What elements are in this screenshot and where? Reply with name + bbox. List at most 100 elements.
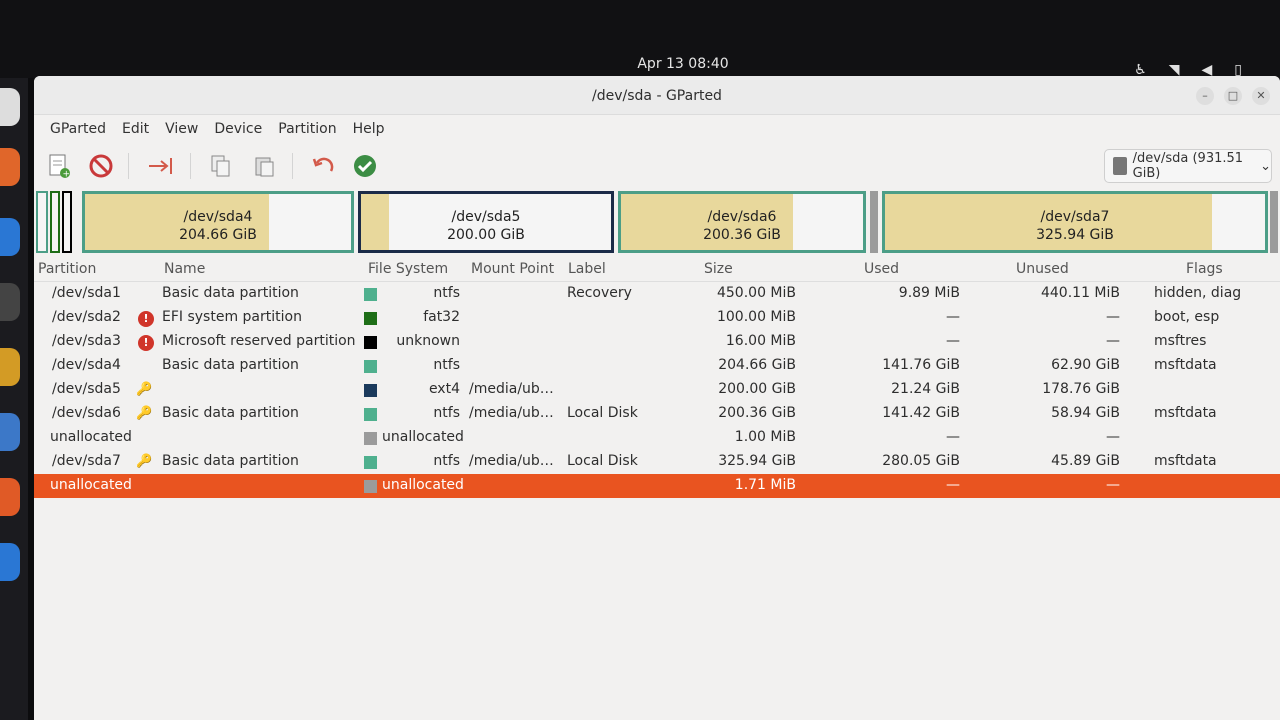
table-header: Partition Name File System Mount Point L…	[34, 257, 1280, 282]
cell-flags: boot, esp	[1154, 309, 1220, 325]
cell-used: 141.76 GiB	[882, 357, 960, 373]
map-segment-unallocated[interactable]	[870, 191, 878, 253]
window-title: /dev/sda - GParted	[592, 88, 722, 104]
table-row[interactable]: unallocated unallocated 1.00 MiB — —	[34, 426, 1280, 450]
copy-icon[interactable]	[206, 151, 236, 181]
clock[interactable]: Apr 13 08:40	[0, 56, 1280, 72]
help-icon[interactable]	[0, 543, 20, 581]
minimize-icon[interactable]: –	[1196, 87, 1214, 105]
toolbar: + /dev/sda (931.51 GiB) ⌄	[34, 143, 1280, 187]
table-row[interactable]: /dev/sda6 🔑 Basic data partition ntfs/media…	[34, 402, 1280, 426]
cell-unused: 440.11 MiB	[1040, 285, 1120, 301]
menu-view[interactable]: View	[157, 121, 206, 137]
cell-filesystem: ext4	[428, 381, 460, 397]
cell-partition: /dev/sda5	[52, 381, 121, 397]
map-segment-sda2[interactable]	[50, 191, 60, 253]
paste-icon[interactable]	[250, 151, 280, 181]
menu-device[interactable]: Device	[206, 121, 270, 137]
map-segment-sda6[interactable]: /dev/sda6 200.36 GiB	[618, 191, 866, 253]
menu-gparted[interactable]: GParted	[42, 121, 114, 137]
filesystem-color-swatch	[364, 384, 377, 397]
map-segment-sda7[interactable]: /dev/sda7 325.94 GiB	[882, 191, 1268, 253]
cell-size: 325.94 GiB	[718, 453, 796, 469]
cell-size: 16.00 MiB	[725, 333, 796, 349]
cell-partition: /dev/sda3	[52, 333, 121, 349]
table-row[interactable]: /dev/sda7 🔑 Basic data partition ntfs/media…	[34, 450, 1280, 474]
thunderbird-icon[interactable]	[0, 218, 20, 256]
cell-label: Local Disk	[567, 453, 638, 469]
col-flags[interactable]: Flags	[1186, 261, 1223, 277]
col-name[interactable]: Name	[164, 261, 205, 277]
writer-icon[interactable]	[0, 413, 20, 451]
cell-unused: —	[1106, 429, 1120, 445]
cell-size: 200.00 GiB	[718, 381, 796, 397]
apply-icon[interactable]	[350, 151, 380, 181]
cell-size: 1.71 MiB	[734, 477, 796, 493]
toolbar-separator	[190, 153, 191, 179]
filesystem-color-swatch	[364, 312, 377, 325]
files-icon[interactable]	[0, 283, 20, 321]
map-segment-sda4[interactable]: /dev/sda4 204.66 GiB	[82, 191, 354, 253]
rhythmbox-icon[interactable]	[0, 348, 20, 386]
firefox-icon[interactable]	[0, 148, 20, 186]
table-row[interactable]: /dev/sda1 Basic data partition ntfs Recover…	[34, 282, 1280, 306]
software-icon[interactable]	[0, 478, 20, 516]
cell-partition: /dev/sda4	[52, 357, 121, 373]
device-selector[interactable]: /dev/sda (931.51 GiB) ⌄	[1104, 149, 1272, 183]
close-icon[interactable]: ✕	[1252, 87, 1270, 105]
table-row[interactable]: /dev/sda3! Microsoft reserved partition un…	[34, 330, 1280, 354]
cell-partition: /dev/sda7	[52, 453, 121, 469]
cell-size: 204.66 GiB	[718, 357, 796, 373]
table-row[interactable]: /dev/sda2! EFI system partition fat32 100.0…	[34, 306, 1280, 330]
table-row[interactable]: /dev/sda4 Basic data partition ntfs 204.66 …	[34, 354, 1280, 378]
filesystem-color-swatch	[364, 288, 377, 301]
col-partition[interactable]: Partition	[38, 261, 96, 277]
table-row[interactable]: unallocated unallocated 1.71 MiB — —	[34, 474, 1280, 498]
cell-size: 200.36 GiB	[718, 405, 796, 421]
cell-size: 450.00 MiB	[716, 285, 796, 301]
title-bar[interactable]: /dev/sda - GParted – □ ✕	[34, 76, 1280, 115]
undo-icon[interactable]	[308, 151, 338, 181]
map-segment-sda1[interactable]	[36, 191, 48, 253]
cell-filesystem: fat32	[423, 309, 460, 325]
col-mount-point[interactable]: Mount Point	[471, 261, 554, 277]
cell-used: 21.24 GiB	[891, 381, 960, 397]
col-unused[interactable]: Unused	[1016, 261, 1069, 277]
map-segment-sda3[interactable]	[62, 191, 72, 253]
filesystem-color-swatch	[364, 432, 377, 445]
warning-icon[interactable]: !	[138, 311, 154, 327]
map-segment-label: /dev/sda7 325.94 GiB	[1036, 209, 1114, 243]
menu-edit[interactable]: Edit	[114, 121, 157, 137]
dock-app-icon[interactable]	[0, 88, 20, 126]
menu-partition[interactable]: Partition	[270, 121, 344, 137]
col-size[interactable]: Size	[704, 261, 733, 277]
cell-filesystem: ntfs	[433, 453, 460, 469]
map-segment-unallocated[interactable]	[1270, 191, 1278, 253]
cell-mount-point: /media/ub…	[469, 381, 554, 397]
cell-size: 1.00 MiB	[734, 429, 796, 445]
col-used[interactable]: Used	[864, 261, 899, 277]
chevron-down-icon: ⌄	[1260, 158, 1271, 174]
delete-partition-icon[interactable]	[86, 151, 116, 181]
table-row[interactable]: /dev/sda5 🔑 ext4/media/ub… 200.00 GiB 21.24 …	[34, 378, 1280, 402]
menu-bar: GParted Edit View Device Partition Help	[34, 115, 1280, 143]
key-icon: 🔑	[136, 406, 153, 421]
warning-icon[interactable]: !	[138, 335, 154, 351]
toolbar-separator	[292, 153, 293, 179]
cell-used: —	[946, 333, 960, 349]
cell-partition: /dev/sda6	[52, 405, 121, 421]
cell-filesystem: unknown	[396, 333, 460, 349]
cell-flags: msftdata	[1154, 357, 1217, 373]
resize-move-icon[interactable]	[146, 151, 176, 181]
device-selector-label: /dev/sda (931.51 GiB)	[1132, 151, 1244, 181]
map-segment-sda5[interactable]: /dev/sda5 200.00 GiB	[358, 191, 614, 253]
maximize-icon[interactable]: □	[1224, 87, 1242, 105]
cell-filesystem: unallocated	[382, 477, 464, 493]
system-top-bar: Apr 13 08:40 ♿ ◥ ◀ ▯	[0, 0, 1280, 78]
cell-unused: 45.89 GiB	[1051, 453, 1120, 469]
col-label[interactable]: Label	[568, 261, 606, 277]
new-partition-icon[interactable]: +	[44, 151, 74, 181]
menu-help[interactable]: Help	[345, 121, 393, 137]
col-filesystem[interactable]: File System	[368, 261, 448, 277]
svg-text:+: +	[63, 170, 71, 180]
